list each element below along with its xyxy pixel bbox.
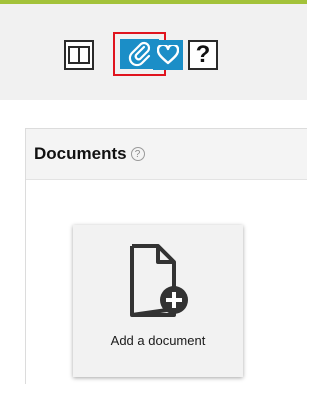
panel-title: Documents (34, 144, 127, 163)
heart-icon (157, 45, 179, 65)
question-icon: ? (195, 41, 211, 68)
split-view-button[interactable] (64, 40, 94, 70)
split-view-icon (68, 46, 90, 64)
documents-panel: Documents ? Add a document (25, 128, 307, 384)
documents-panel-header: Documents ? (26, 129, 307, 180)
add-document-button[interactable]: Add a document (73, 225, 243, 377)
help-button[interactable]: ? (188, 40, 218, 70)
toolbar: ? (0, 4, 307, 100)
add-document-label: Add a document (110, 333, 206, 348)
favorite-button[interactable] (153, 40, 183, 70)
file-add-icon (130, 244, 188, 317)
help-circle-icon[interactable]: ? (130, 147, 145, 161)
paperclip-icon (128, 41, 150, 67)
